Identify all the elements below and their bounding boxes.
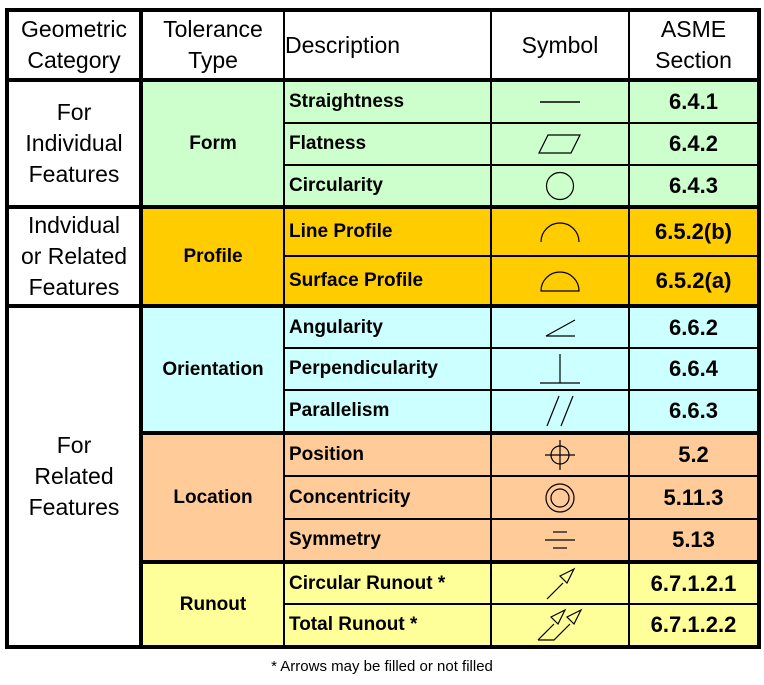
description-straightness: Straightness — [283, 78, 492, 124]
section-circularity: 6.4.3 — [628, 164, 760, 208]
tolerance-type-runout: Runout — [140, 560, 285, 648]
section-symmetry: 5.13 — [628, 518, 760, 563]
description-parallelism: Parallelism — [283, 389, 492, 434]
header-geometric-category: Geometric Category — [6, 9, 143, 81]
description-position: Position — [283, 431, 492, 477]
description-circularity: Circularity — [283, 164, 492, 208]
concentricity-icon — [545, 482, 575, 513]
circular-runout-icon — [546, 567, 576, 599]
category-related-features: For Related Features — [6, 304, 143, 648]
tolerance-type-profile: Profile — [140, 205, 285, 307]
description-circular-runout: Circular Runout * — [283, 560, 492, 605]
category-individual-features: For Individual Features — [6, 78, 143, 208]
description-perpendicularity: Perpendicularity — [283, 347, 492, 391]
section-position: 5.2 — [628, 431, 760, 477]
table-row: For Individual Features Form Straightness … — [6, 78, 760, 208]
straightness-icon — [540, 101, 580, 103]
footnote: * Arrows may be filled or not filled — [271, 658, 493, 675]
description-angularity: Angularity — [283, 304, 492, 349]
category-individual-or-related-features: Indvidual or Related Features — [6, 205, 143, 307]
circularity-icon — [545, 171, 575, 200]
description-line-profile: Line Profile — [283, 205, 492, 257]
header-description: Description — [283, 9, 492, 81]
section-parallelism: 6.6.3 — [628, 389, 760, 434]
section-surface-profile: 6.5.2(a) — [628, 255, 760, 307]
section-circular-runout: 6.7.1.2.1 — [628, 560, 760, 605]
description-surface-profile: Surface Profile — [283, 255, 492, 307]
symmetry-icon — [545, 531, 575, 549]
tolerance-type-location: Location — [140, 431, 285, 563]
total-runout-icon — [537, 608, 583, 641]
header-asme-section: ASME Section — [628, 9, 760, 81]
section-perpendicularity: 6.6.4 — [628, 347, 760, 391]
surface-profile-icon — [540, 270, 580, 292]
description-symmetry: Symmetry — [283, 518, 492, 563]
gdt-symbols-table: Geometric Category Tolerance Type Descript… — [5, 8, 761, 649]
section-total-runout: 6.7.1.2.2 — [628, 603, 760, 648]
section-line-profile: 6.5.2(b) — [628, 205, 760, 257]
line-profile-icon — [540, 222, 580, 243]
perpendicularity-icon — [540, 354, 580, 384]
table-row: Indvidual or Related Features Profile Line… — [6, 205, 760, 307]
section-flatness: 6.4.2 — [628, 122, 760, 166]
header-symbol: Symbol — [490, 9, 630, 81]
header-row: Geometric Category Tolerance Type Descript… — [6, 9, 760, 81]
flatness-icon — [538, 134, 581, 154]
section-concentricity: 5.11.3 — [628, 475, 760, 520]
description-flatness: Flatness — [283, 122, 492, 166]
description-total-runout: Total Runout * — [283, 603, 492, 648]
parallelism-icon — [546, 395, 574, 427]
angularity-icon — [545, 318, 576, 337]
header-tolerance-type: Tolerance Type — [140, 9, 285, 81]
section-straightness: 6.4.1 — [628, 78, 760, 124]
position-icon — [545, 440, 575, 470]
table-row: For Related Features Orientation Angularit… — [6, 304, 760, 648]
tolerance-type-form: Form — [140, 78, 285, 208]
tolerance-type-orientation: Orientation — [140, 304, 285, 434]
section-angularity: 6.6.2 — [628, 304, 760, 349]
description-concentricity: Concentricity — [283, 475, 492, 520]
